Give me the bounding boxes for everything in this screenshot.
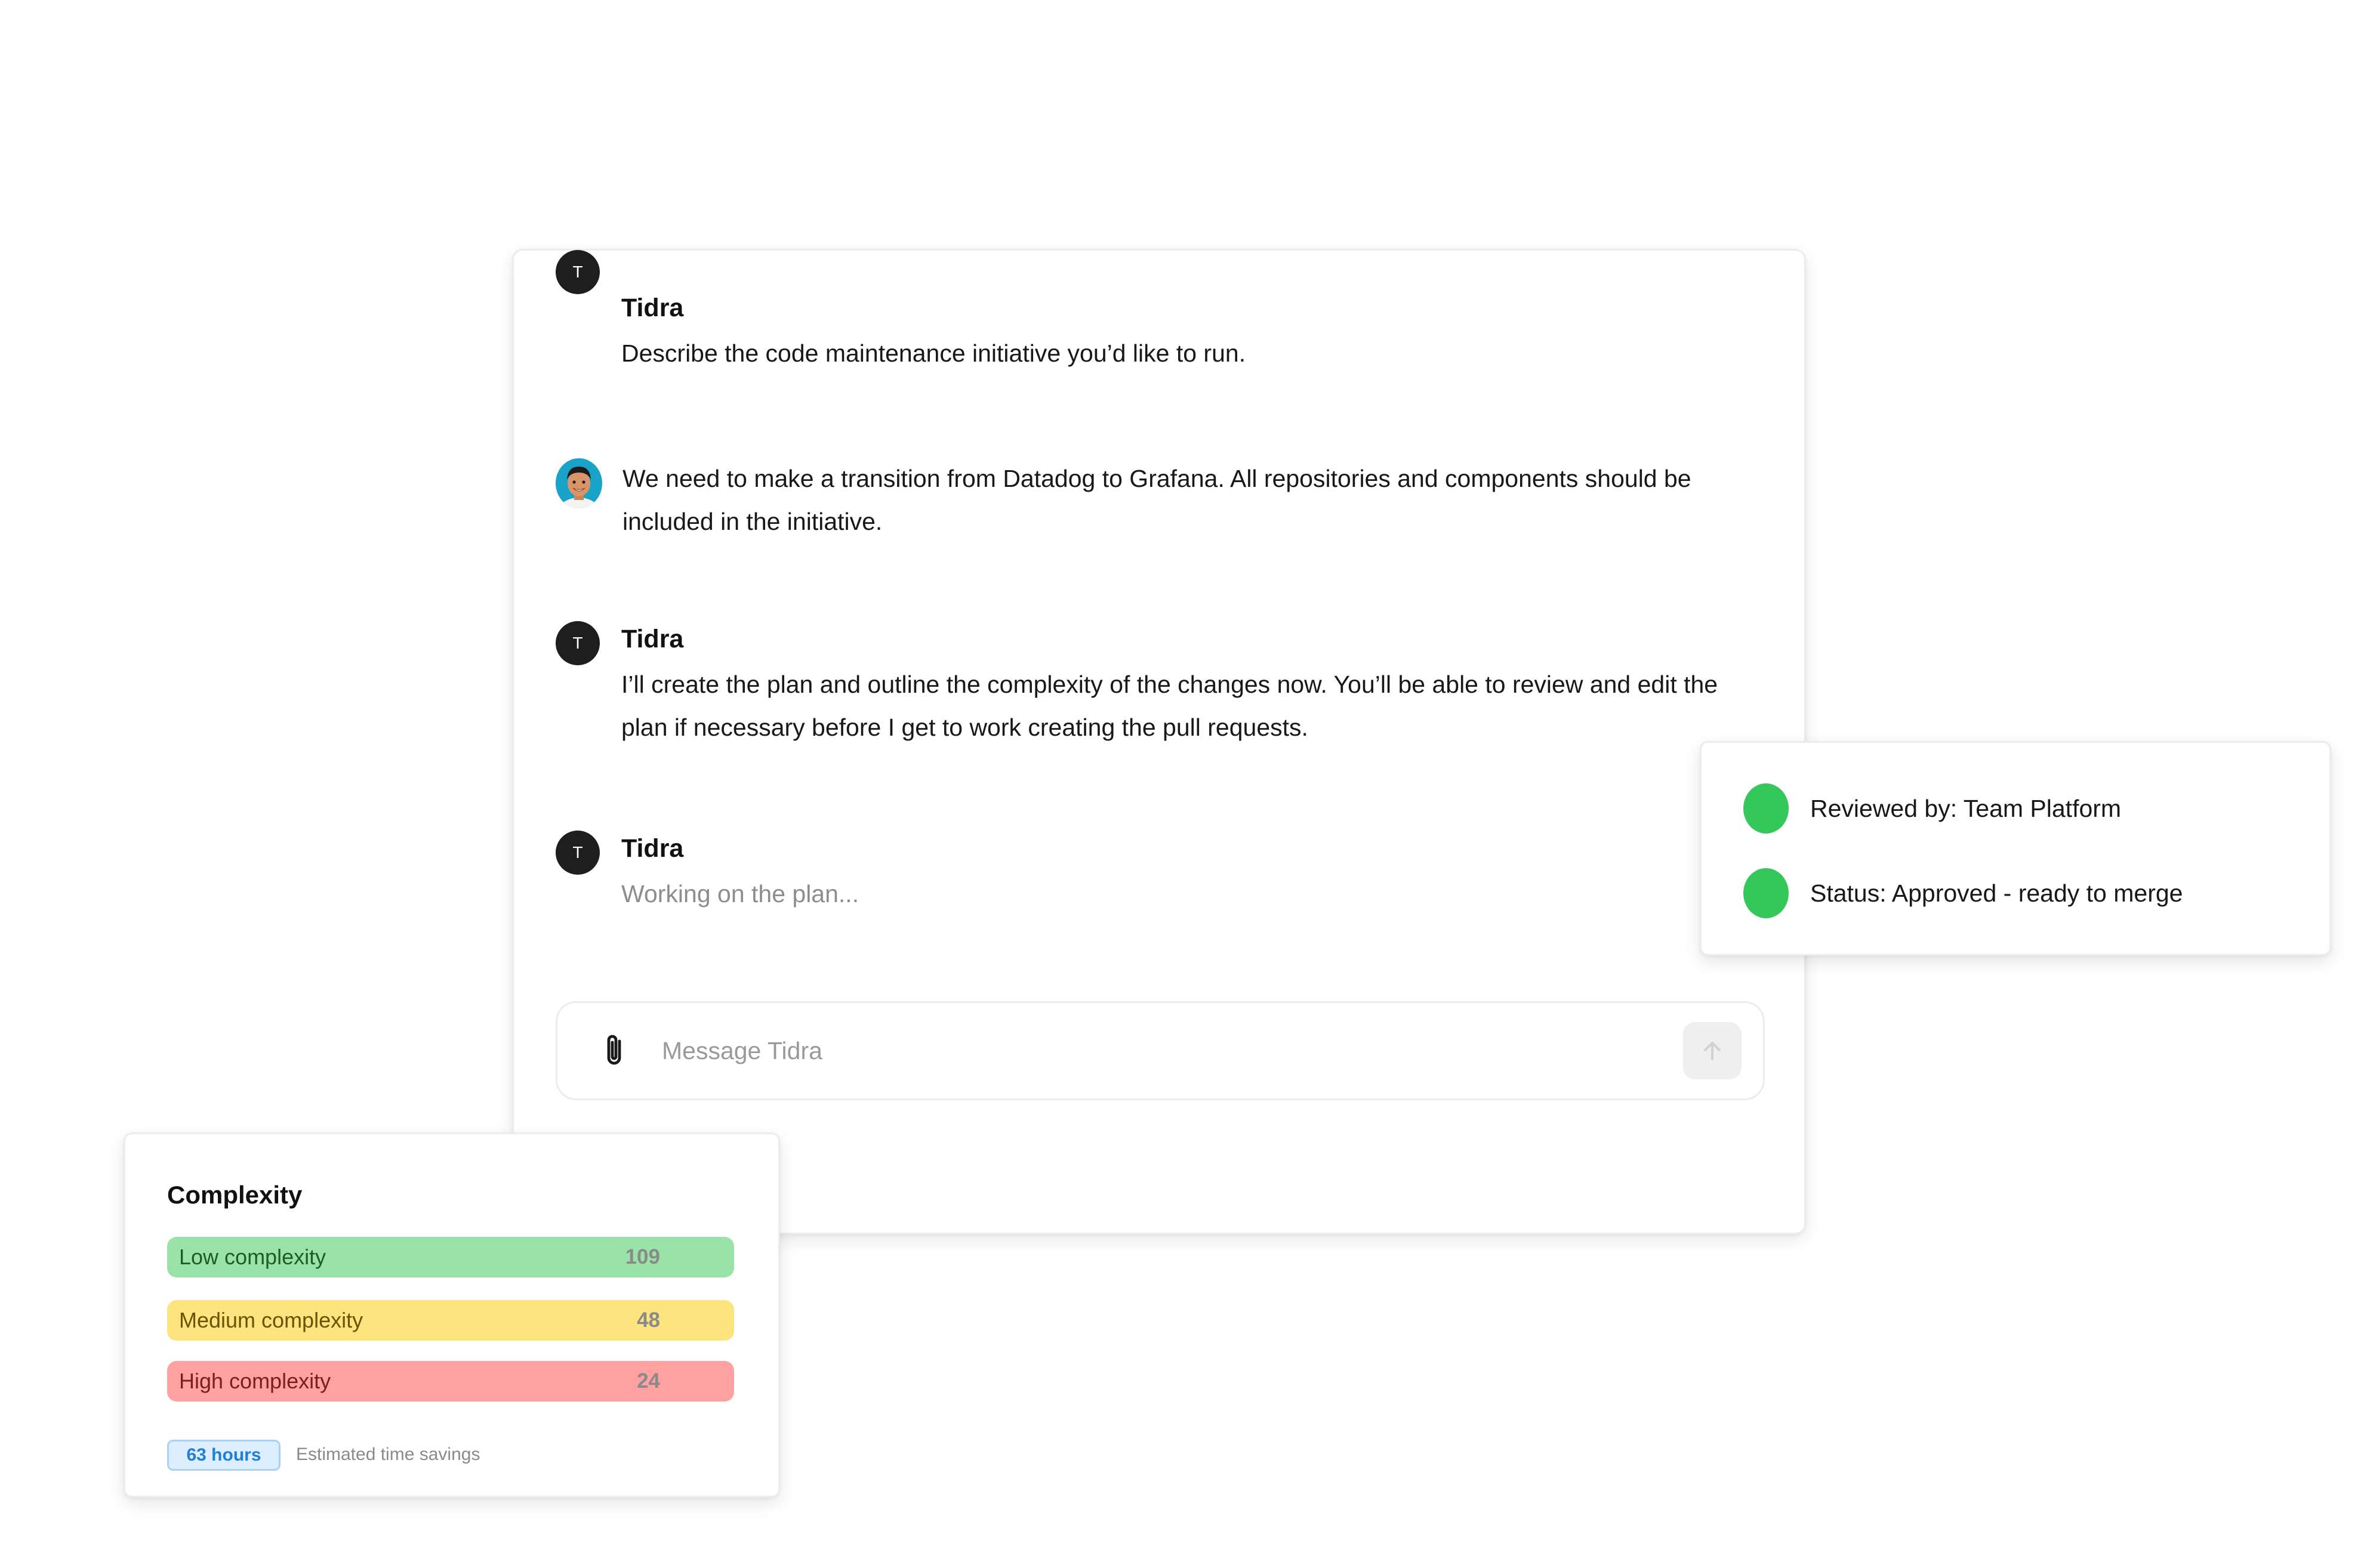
avatar-initial: T	[572, 843, 583, 862]
bar-label: Medium complexity	[179, 1308, 363, 1332]
complexity-card: Complexity Low complexity 109 Medium com…	[124, 1132, 780, 1498]
bar-value: 24	[637, 1369, 660, 1393]
arrow-up-icon	[1704, 1042, 1721, 1060]
status-row: Status: Approved - ready to merge	[1743, 868, 2183, 918]
reviewed-by-row: Reviewed by: Team Platform	[1743, 783, 2121, 834]
avatar-initial: T	[572, 634, 583, 652]
message-text: Describe the code maintenance initiative…	[621, 339, 1246, 367]
status-dot-icon	[1743, 783, 1789, 834]
low-complexity-bar: Low complexity 109	[167, 1237, 734, 1277]
status-text: Status: Approved - ready to merge	[1810, 879, 2183, 907]
status-dot-icon	[1743, 868, 1789, 918]
chat-message: T Tidra Describe the code maintenance in…	[556, 250, 1762, 385]
bar-label: High complexity	[179, 1369, 331, 1393]
chat-message: T Tidra Working on the plan...	[556, 831, 1762, 926]
bar-value: 48	[637, 1308, 660, 1332]
review-status-card: Reviewed by: Team Platform Status: Appro…	[1700, 741, 2331, 956]
tidra-avatar: T	[556, 831, 600, 875]
send-button[interactable]	[1683, 1022, 1742, 1079]
bar-value: 109	[625, 1245, 660, 1268]
tidra-avatar: T	[556, 621, 600, 665]
message-sender: Tidra	[621, 625, 684, 653]
message-text: We need to make a transition from Datado…	[622, 465, 1691, 535]
hours-badge: 63 hours	[167, 1440, 281, 1471]
hours-caption: Estimated time savings	[296, 1444, 480, 1464]
message-sender: Tidra	[621, 834, 684, 863]
medium-complexity-bar: Medium complexity 48	[167, 1300, 734, 1341]
user-avatar-image	[556, 458, 602, 508]
avatar-initial: T	[572, 263, 583, 281]
chat-message: T Tidra I’ll create the plan and outline…	[556, 621, 1762, 741]
message-text: I’ll create the plan and outline the com…	[621, 671, 1718, 741]
message-text-pending: Working on the plan...	[621, 880, 859, 908]
chat-message: We need to make a transition from Datado…	[556, 458, 1762, 566]
message-sender: Tidra	[621, 294, 684, 322]
paperclip-icon-glyph	[607, 1035, 621, 1065]
chat-panel: T Tidra Describe the code maintenance in…	[512, 249, 1806, 1234]
message-input[interactable]	[662, 1033, 1617, 1069]
high-complexity-bar: High complexity 24	[167, 1361, 734, 1402]
paperclip-icon[interactable]	[599, 1032, 630, 1070]
message-composer	[556, 1001, 1765, 1100]
tidra-avatar: T	[556, 250, 600, 294]
bar-label: Low complexity	[179, 1245, 326, 1269]
reviewed-by-text: Reviewed by: Team Platform	[1810, 794, 2122, 822]
user-avatar	[556, 458, 602, 508]
complexity-title: Complexity	[167, 1181, 303, 1209]
